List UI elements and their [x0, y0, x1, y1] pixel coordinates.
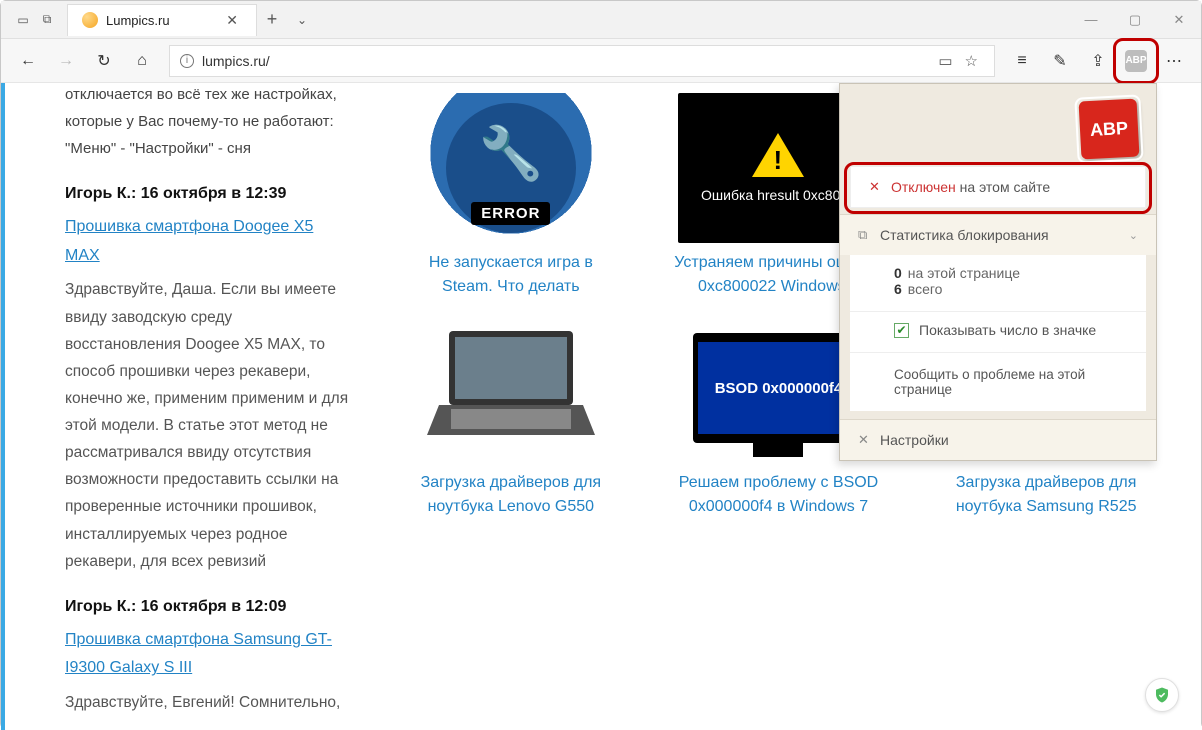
- thumb-laptop: [411, 313, 611, 463]
- stat-page-count: 0: [894, 265, 902, 281]
- article-card[interactable]: Загрузка драйверов для ноутбука Lenovo G…: [386, 313, 636, 519]
- url-text: lumpics.ru/: [202, 53, 932, 69]
- browser-tab[interactable]: Lumpics.ru ✕: [67, 4, 257, 36]
- stat-total-label: всего: [908, 281, 943, 297]
- stat-total-count: 6: [894, 281, 902, 297]
- gear-icon: ✕: [858, 432, 880, 448]
- article-title: Не запускается игра в Steam. Что делать: [406, 251, 616, 299]
- tab-title: Lumpics.ru: [106, 13, 222, 28]
- titlebar: ▭ ⧉ Lumpics.ru ✕ + ⌄ — ▢ ✕: [1, 1, 1201, 39]
- article-title: Загрузка драйверов для ноутбука Lenovo G…: [406, 471, 616, 519]
- minimize-button[interactable]: —: [1069, 1, 1113, 39]
- back-button[interactable]: ←: [11, 44, 45, 78]
- warning-icon: [752, 133, 804, 177]
- address-bar: ← → ↻ ⌂ i lumpics.ru/ ▭ ☆ ≡ ✎ ⇪ ABP ⋯: [1, 39, 1201, 83]
- abp-extension-button[interactable]: ABP: [1119, 44, 1153, 78]
- comment-link[interactable]: Прошивка смартфона Doogee X5 MAX: [65, 213, 350, 271]
- comments-sidebar: отключается во всё тех же настройках, ко…: [1, 83, 376, 730]
- article-title: Решаем проблему с BSOD 0x000000f4 в Wind…: [673, 471, 883, 519]
- abp-settings-button[interactable]: ✕ Настройки: [840, 419, 1156, 460]
- forward-button: →: [49, 44, 83, 78]
- chart-icon: ⧉: [858, 227, 880, 243]
- chevron-down-icon: ⌄: [1129, 229, 1138, 242]
- comment-body-truncated: отключается во всё тех же настройках, ко…: [65, 83, 350, 162]
- comment-header: Игорь К.: 16 октября в 12:09: [65, 593, 350, 622]
- error-badge: ERROR: [471, 202, 550, 225]
- url-field[interactable]: i lumpics.ru/ ▭ ☆: [169, 45, 995, 77]
- new-tab-button[interactable]: +: [257, 9, 287, 30]
- page-content: отключается во всё тех же настройках, ко…: [1, 83, 1201, 730]
- stat-page-label: на этой странице: [908, 265, 1020, 281]
- abp-report-link[interactable]: Сообщить о проблеме на этой странице: [850, 352, 1146, 411]
- tab-dropdown-icon[interactable]: ⌄: [287, 13, 317, 27]
- shield-check-icon: [1153, 686, 1171, 704]
- favicon-icon: [82, 12, 98, 28]
- comment-header: Игорь К.: 16 октября в 12:39: [65, 180, 350, 209]
- abp-stats-header[interactable]: ⧉ Статистика блокирования ⌄: [840, 214, 1156, 255]
- comment-body: Здравствуйте, Евгений! Сомнительно,: [65, 689, 350, 716]
- article-title: Загрузка драйверов для ноутбука Samsung …: [941, 471, 1151, 519]
- close-tab-icon[interactable]: ✕: [222, 12, 242, 29]
- favorite-icon[interactable]: ☆: [959, 52, 984, 70]
- article-card[interactable]: 🔧 ERROR Не запускается игра в Steam. Что…: [386, 93, 636, 299]
- tab-preview-icon[interactable]: ▭: [11, 13, 35, 27]
- comment-body: Здравствуйте, Даша. Если вы имеете ввиду…: [65, 276, 350, 574]
- home-button[interactable]: ⌂: [125, 44, 159, 78]
- site-info-icon[interactable]: i: [180, 54, 194, 68]
- security-badge[interactable]: [1145, 678, 1179, 712]
- tab-set-aside-icon[interactable]: ⧉: [35, 12, 59, 27]
- abp-show-badge-checkbox[interactable]: ✔ Показывать число в значке: [850, 311, 1146, 352]
- monitor-icon: BSOD 0x000000f4: [693, 333, 863, 443]
- thumb-steam-error: 🔧 ERROR: [411, 93, 611, 243]
- bsod-label: BSOD 0x000000f4: [698, 342, 858, 434]
- maximize-button[interactable]: ▢: [1113, 1, 1157, 39]
- highlight-ring: [1113, 38, 1159, 84]
- laptop-icon: [421, 323, 601, 453]
- thumb-label: Ошибка hresult 0xc8002: [701, 187, 856, 203]
- share-icon[interactable]: ⇪: [1081, 44, 1115, 78]
- abp-stats-body: 0 на этой странице 6 всего: [850, 255, 1146, 311]
- window-controls: — ▢ ✕: [1069, 1, 1201, 39]
- comment-link[interactable]: Прошивка смартфона Samsung GT-I9300 Gala…: [65, 626, 350, 684]
- more-menu-icon[interactable]: ⋯: [1157, 44, 1191, 78]
- notes-icon[interactable]: ✎: [1043, 44, 1077, 78]
- favorites-bar-icon[interactable]: ≡: [1005, 44, 1039, 78]
- wrench-icon: 🔧: [478, 123, 543, 184]
- refresh-button[interactable]: ↻: [87, 44, 121, 78]
- highlight-ring: [844, 162, 1152, 214]
- abp-popup: ABP ✕ Отключен на этом сайте ⧉ Статистик…: [839, 83, 1157, 461]
- checkbox-label: Показывать число в значке: [919, 322, 1096, 338]
- abp-settings-label: Настройки: [880, 432, 949, 448]
- checkbox-checked-icon: ✔: [894, 323, 909, 338]
- reading-view-icon[interactable]: ▭: [932, 52, 958, 70]
- abp-logo-icon: ABP: [1079, 99, 1140, 160]
- close-window-button[interactable]: ✕: [1157, 1, 1201, 39]
- abp-stats-label: Статистика блокирования: [880, 227, 1049, 243]
